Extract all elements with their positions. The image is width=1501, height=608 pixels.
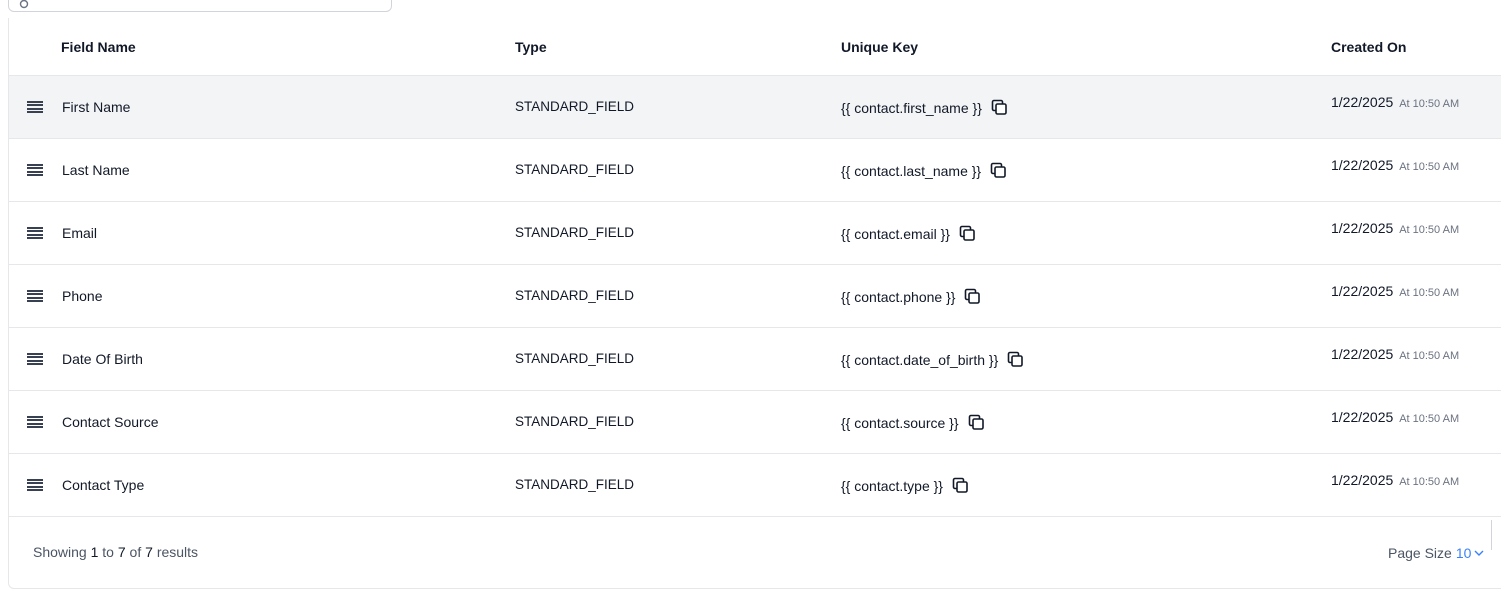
drag-handle-icon[interactable]	[27, 227, 43, 240]
type-cell: STANDARD_FIELD	[515, 477, 635, 492]
custom-fields-table: Field Name Type Unique Key Created On Fi…	[8, 18, 1501, 589]
showing-prefix: Showing	[33, 544, 87, 560]
drag-handle-icon[interactable]	[27, 416, 43, 429]
field-name-cell: First Name	[62, 99, 131, 115]
drag-handle-icon[interactable]	[27, 164, 43, 177]
unique-key-text: {{ contact.email }}	[841, 225, 950, 242]
page-size-value: 10	[1455, 545, 1472, 561]
range-from: 1	[90, 544, 99, 560]
unique-key-text: {{ contact.first_name }}	[841, 99, 982, 116]
created-time: At 10:50 AM	[1399, 476, 1460, 488]
created-time: At 10:50 AM	[1399, 224, 1460, 236]
field-name-cell: Contact Source	[62, 414, 159, 430]
field-name-cell: Phone	[62, 288, 103, 304]
field-name-cell: Last Name	[62, 162, 130, 178]
search-icon	[19, 0, 29, 9]
table-row[interactable]: Date Of Birth STANDARD_FIELD {{ contact.…	[9, 328, 1501, 391]
drag-handle-icon[interactable]	[27, 290, 43, 303]
to-word: to	[102, 544, 114, 560]
created-time: At 10:50 AM	[1399, 350, 1460, 362]
column-header-created-on[interactable]: Created On	[1331, 39, 1406, 55]
created-date: 1/22/2025	[1331, 346, 1394, 362]
table-header: Field Name Type Unique Key Created On	[9, 18, 1501, 76]
created-on-cell: 1/22/2025 At 10:50 AM	[1331, 157, 1459, 173]
table-row[interactable]: Last Name STANDARD_FIELD {{ contact.last…	[9, 139, 1501, 202]
page-size-select[interactable]: Page Size 10	[1388, 545, 1485, 561]
table-row[interactable]: Email STANDARD_FIELD {{ contact.email }}…	[9, 202, 1501, 265]
results-word: results	[156, 544, 199, 560]
created-time: At 10:50 AM	[1399, 287, 1460, 299]
unique-key-cell: {{ contact.date_of_birth }}	[841, 351, 1024, 368]
created-date: 1/22/2025	[1331, 409, 1394, 425]
type-cell: STANDARD_FIELD	[515, 288, 635, 303]
table-row[interactable]: Contact Source STANDARD_FIELD {{ contact…	[9, 391, 1501, 454]
unique-key-text: {{ contact.date_of_birth }}	[841, 351, 999, 368]
created-time: At 10:50 AM	[1399, 98, 1460, 110]
column-header-type[interactable]: Type	[515, 39, 547, 55]
pagination-summary: Showing 1 to 7 of 7 results	[33, 544, 198, 560]
unique-key-cell: {{ contact.first_name }}	[841, 99, 1008, 116]
created-date: 1/22/2025	[1331, 472, 1394, 488]
type-cell: STANDARD_FIELD	[515, 225, 635, 240]
unique-key-cell: {{ contact.source }}	[841, 414, 985, 431]
copy-icon[interactable]	[1007, 351, 1024, 368]
unique-key-text: {{ contact.last_name }}	[841, 162, 982, 179]
created-on-cell: 1/22/2025 At 10:50 AM	[1331, 472, 1459, 488]
type-cell: STANDARD_FIELD	[515, 414, 635, 429]
created-date: 1/22/2025	[1331, 157, 1394, 173]
copy-icon[interactable]	[968, 414, 985, 431]
type-cell: STANDARD_FIELD	[515, 351, 635, 366]
type-cell: STANDARD_FIELD	[515, 99, 635, 114]
drag-handle-icon[interactable]	[27, 353, 43, 366]
created-date: 1/22/2025	[1331, 220, 1394, 236]
copy-icon[interactable]	[990, 162, 1007, 179]
table-row[interactable]: Contact Type STANDARD_FIELD {{ contact.t…	[9, 454, 1501, 517]
created-on-cell: 1/22/2025 At 10:50 AM	[1331, 409, 1459, 425]
unique-key-cell: {{ contact.phone }}	[841, 288, 981, 305]
unique-key-cell: {{ contact.last_name }}	[841, 162, 1007, 179]
created-on-cell: 1/22/2025 At 10:50 AM	[1331, 220, 1459, 236]
table-row[interactable]: Phone STANDARD_FIELD {{ contact.phone }}…	[9, 265, 1501, 328]
of-word: of	[129, 544, 142, 560]
field-name-cell: Date Of Birth	[62, 351, 143, 367]
total-results: 7	[145, 544, 153, 560]
copy-icon[interactable]	[952, 477, 969, 494]
created-on-cell: 1/22/2025 At 10:50 AM	[1331, 94, 1459, 110]
type-cell: STANDARD_FIELD	[515, 162, 635, 177]
drag-handle-icon[interactable]	[27, 479, 43, 492]
created-date: 1/22/2025	[1331, 283, 1394, 299]
table-body: First Name STANDARD_FIELD {{ contact.fir…	[9, 76, 1501, 517]
divider	[1491, 520, 1492, 550]
column-header-field-name[interactable]: Field Name	[61, 39, 136, 55]
created-time: At 10:50 AM	[1399, 161, 1460, 173]
copy-icon[interactable]	[959, 225, 976, 242]
table-row[interactable]: First Name STANDARD_FIELD {{ contact.fir…	[9, 76, 1501, 139]
copy-icon[interactable]	[991, 99, 1008, 116]
unique-key-cell: {{ contact.email }}	[841, 225, 976, 242]
created-on-cell: 1/22/2025 At 10:50 AM	[1331, 283, 1459, 299]
search-input[interactable]	[8, 0, 392, 12]
copy-icon[interactable]	[964, 288, 981, 305]
created-time: At 10:50 AM	[1399, 413, 1460, 425]
unique-key-text: {{ contact.phone }}	[841, 288, 956, 305]
created-on-cell: 1/22/2025 At 10:50 AM	[1331, 346, 1459, 362]
created-date: 1/22/2025	[1331, 94, 1394, 110]
page-size-label: Page Size	[1388, 545, 1452, 561]
chevron-down-icon	[1474, 550, 1484, 556]
range-to: 7	[117, 544, 126, 560]
field-name-cell: Contact Type	[62, 477, 145, 493]
table-footer: Showing 1 to 7 of 7 results Page Size 10	[9, 518, 1501, 588]
unique-key-cell: {{ contact.type }}	[841, 477, 969, 494]
unique-key-text: {{ contact.type }}	[841, 477, 943, 494]
column-header-unique-key[interactable]: Unique Key	[841, 39, 918, 55]
unique-key-text: {{ contact.source }}	[841, 414, 959, 431]
field-name-cell: Email	[62, 225, 98, 241]
drag-handle-icon[interactable]	[27, 101, 43, 114]
